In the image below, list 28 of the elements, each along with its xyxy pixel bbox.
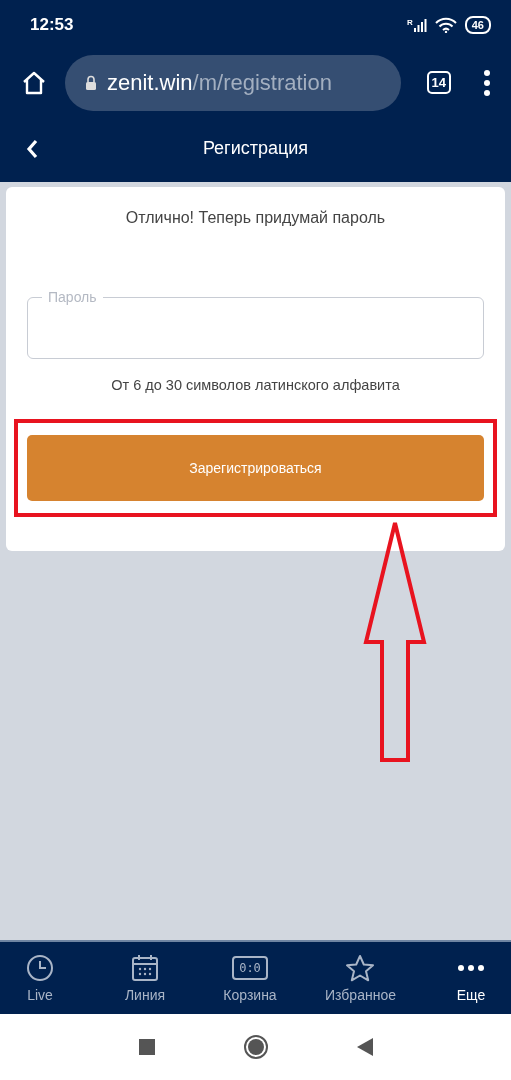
back-icon[interactable]	[26, 138, 38, 159]
page-title: Регистрация	[201, 138, 310, 159]
home-circle-icon[interactable]	[242, 1034, 269, 1060]
back-triangle-icon[interactable]	[356, 1038, 373, 1056]
tab-count-button[interactable]: 14	[426, 71, 451, 94]
address-field[interactable]: zenit.win/m/registration	[65, 54, 401, 111]
star-icon	[345, 954, 376, 982]
nav-tab[interactable]: Еще	[440, 953, 501, 1003]
nav-tab[interactable]: Избранное	[325, 953, 396, 1003]
lock-icon	[85, 75, 97, 90]
square-icon[interactable]	[138, 1039, 155, 1055]
calendar-icon	[131, 954, 159, 982]
scoreboard-icon: 0:0	[232, 956, 268, 980]
nav-tab[interactable]: Линия	[115, 953, 175, 1003]
url-text: zenit.win/m/registration	[107, 69, 332, 96]
nav-tab[interactable]: Live	[10, 953, 70, 1003]
more-icon	[456, 964, 485, 972]
wifi-icon	[434, 17, 457, 33]
clock-icon	[26, 954, 54, 982]
home-icon[interactable]	[21, 69, 47, 96]
battery-indicator: 46	[464, 16, 491, 34]
nav-tab[interactable]: 0:0 Корзина	[220, 953, 280, 1003]
clock-time: 12:53	[30, 15, 74, 35]
roaming-label: R	[406, 18, 413, 27]
more-menu-icon[interactable]	[483, 69, 491, 96]
signal-icon	[412, 18, 427, 32]
form-heading: Отлично! Теперь придумай пароль	[124, 209, 387, 227]
password-hint: От 6 до 30 символов латинского алфавита	[110, 377, 401, 393]
